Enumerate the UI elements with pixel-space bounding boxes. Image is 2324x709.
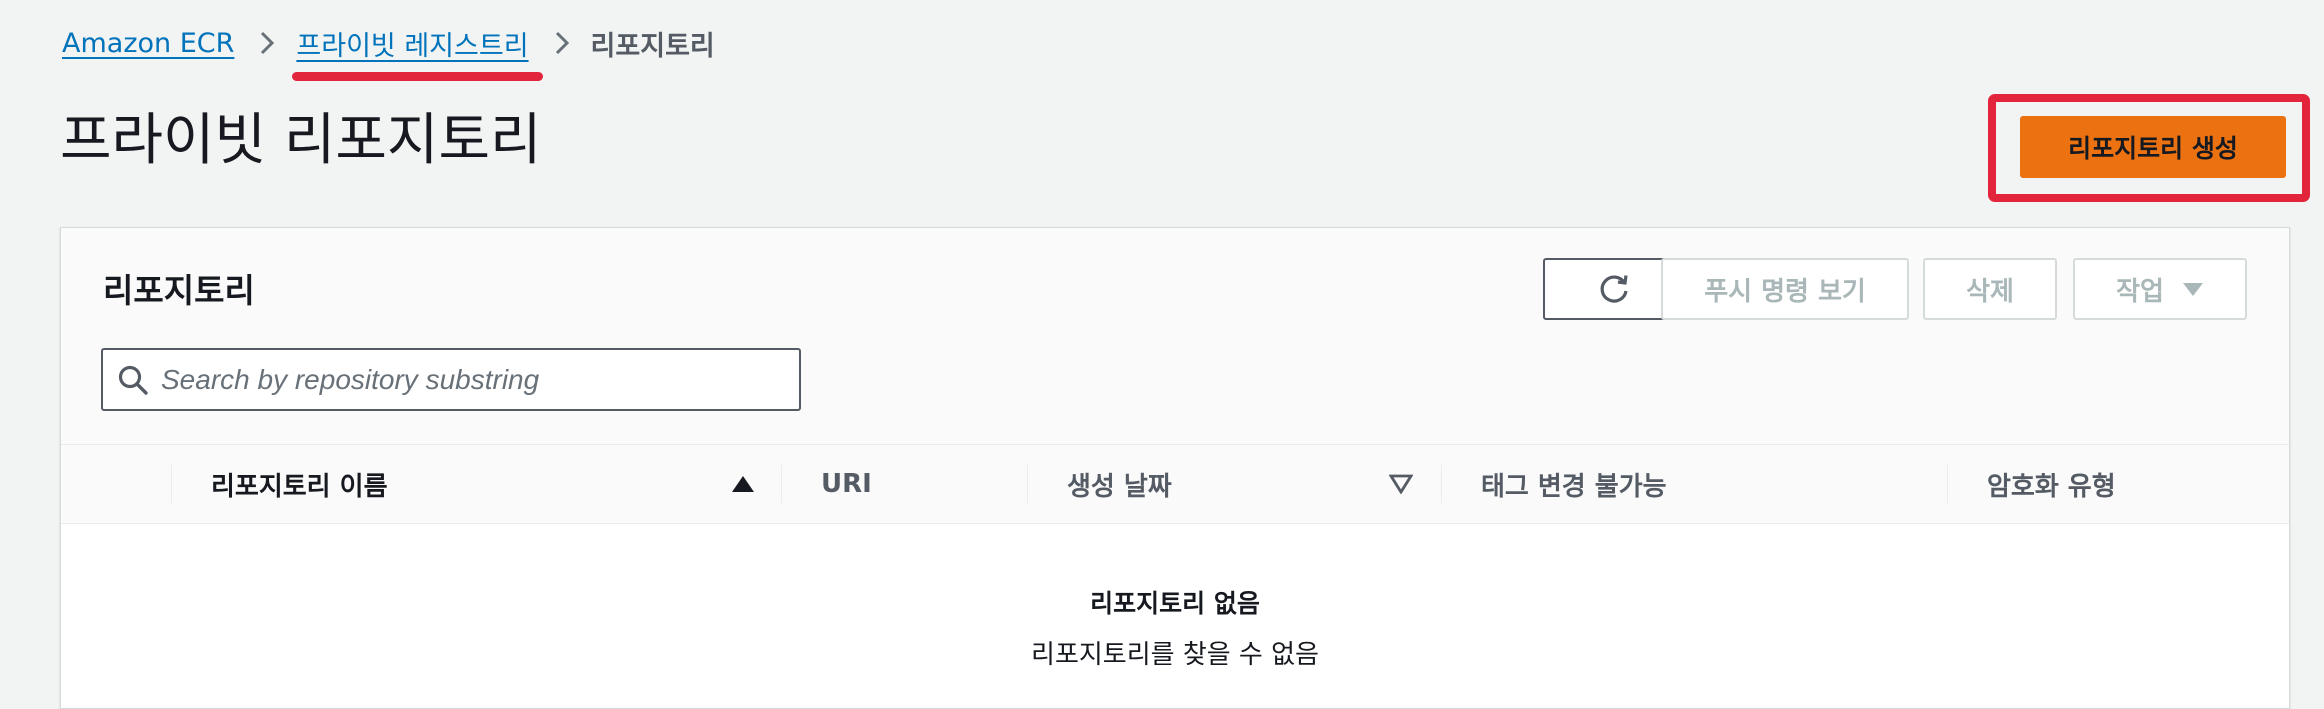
column-divider [171,465,172,503]
chevron-right-icon [260,31,275,55]
search-field[interactable] [101,348,801,411]
table-header: 리포지토리 이름 URI 생성 날짜 태그 변경 불가능 암호화 유형 [61,444,2289,524]
breadcrumb-item-private-registry[interactable]: 프라이빗 레지스트리 [292,24,543,81]
empty-state-title: 리포지토리 없음 [1090,589,1260,618]
sort-ascending-icon [731,475,755,493]
column-header-encryption-type[interactable]: 암호화 유형 [1987,445,2247,523]
column-label: URI [821,469,872,499]
breadcrumb-link-private-registry[interactable]: 프라이빗 레지스트리 [296,31,528,62]
column-header-uri[interactable]: URI [821,445,1021,523]
search-icon [117,364,149,396]
column-divider [1947,465,1948,503]
column-label: 암호화 유형 [1987,471,2116,502]
repositories-panel: 리포지토리 푸시 명령 보기 삭제 작업 리포지토리 이름 [60,227,2290,709]
annotation-underline [292,71,543,81]
search-input[interactable] [161,363,799,396]
empty-state-message: 리포지토리를 찾을 수 없음 [1031,640,1319,670]
breadcrumb-current: 리포지토리 [590,30,715,62]
column-header-created-at[interactable]: 생성 날짜 [1067,445,1413,523]
column-label: 리포지토리 이름 [211,471,388,502]
actions-dropdown-button[interactable]: 작업 [2073,258,2247,320]
column-divider [1027,465,1028,503]
column-label: 태그 변경 불가능 [1481,471,1667,502]
chevron-right-icon [555,31,569,55]
view-push-commands-button[interactable]: 푸시 명령 보기 [1661,258,1909,320]
column-header-tag-immutability[interactable]: 태그 변경 불가능 [1481,445,1921,523]
column-header-repository-name[interactable]: 리포지토리 이름 [211,445,755,523]
delete-button[interactable]: 삭제 [1923,258,2057,320]
caret-down-icon [2182,281,2204,297]
refresh-icon [1597,272,1631,306]
breadcrumb-link-amazon-ecr[interactable]: Amazon ECR [62,28,234,59]
column-divider [1441,465,1442,503]
actions-label: 작업 [2116,276,2164,307]
panel-title: 리포지토리 [103,271,255,310]
breadcrumb: Amazon ECR 프라이빗 레지스트리 리포지토리 [62,20,715,81]
column-label: 생성 날짜 [1067,471,1172,502]
sort-descending-icon [1389,474,1413,494]
column-divider [781,465,782,503]
create-repository-button[interactable]: 리포지토리 생성 [2020,116,2286,178]
page-title: 프라이빗 리포지토리 [60,108,542,173]
